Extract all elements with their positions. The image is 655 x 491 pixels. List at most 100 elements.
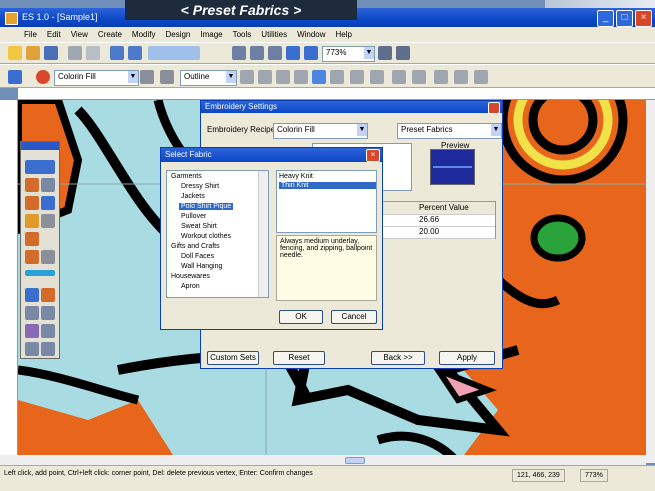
back-button[interactable]: Back >> (371, 351, 425, 365)
menu-edit[interactable]: Edit (47, 27, 61, 42)
grid-tool-icon[interactable] (41, 342, 55, 356)
lettering-tool-icon[interactable] (41, 214, 55, 228)
bezier-icon[interactable] (350, 70, 364, 84)
maximize-button[interactable]: □ (616, 10, 633, 27)
tree-node[interactable]: Pullover (181, 213, 206, 220)
tool-a-icon[interactable] (378, 46, 392, 60)
measure-tool-icon[interactable] (41, 250, 55, 264)
color-swatch[interactable] (25, 270, 55, 276)
copy-icon[interactable] (86, 46, 100, 60)
zoom-tool-icon[interactable] (25, 232, 39, 246)
tree-node[interactable]: Doll Faces (181, 253, 214, 260)
no-entry-icon[interactable] (36, 70, 50, 84)
arrange-icon[interactable] (294, 70, 308, 84)
fabric-close-icon[interactable]: × (366, 149, 380, 162)
vertical-scrollbar[interactable] (646, 100, 655, 463)
pointer-icon[interactable] (392, 70, 406, 84)
motif-tool-icon[interactable] (25, 324, 39, 338)
select-tool-icon[interactable] (8, 70, 22, 84)
stitch-icon[interactable] (140, 70, 154, 84)
run-tool-icon[interactable] (41, 324, 55, 338)
save-icon[interactable] (44, 46, 58, 60)
list-item-selected[interactable]: Thin Knit (279, 182, 376, 189)
density-icon[interactable] (160, 70, 174, 84)
shape-tool-icon[interactable] (25, 196, 39, 210)
horizontal-scrollbar[interactable] (0, 455, 646, 465)
table-row[interactable]: 20.00 (369, 226, 495, 239)
split-icon[interactable] (434, 70, 448, 84)
menu-view[interactable]: View (71, 27, 88, 42)
menu-utilities[interactable]: Utilities (261, 27, 287, 42)
curve-icon[interactable] (370, 70, 384, 84)
menu-create[interactable]: Create (98, 27, 122, 42)
tree-scrollbar[interactable] (258, 171, 268, 297)
minimize-button[interactable]: _ (597, 10, 614, 27)
menu-tools[interactable]: Tools (233, 27, 252, 42)
menu-modify[interactable]: Modify (132, 27, 156, 42)
cut-icon[interactable] (68, 46, 82, 60)
tree-node[interactable]: Apron (181, 283, 200, 290)
zoom-out-icon[interactable] (250, 46, 264, 60)
pen-icon[interactable] (240, 70, 254, 84)
new-file-icon[interactable] (8, 46, 22, 60)
satin-tool-icon[interactable] (41, 306, 55, 320)
tree-node[interactable]: Dressy Shirt (181, 183, 219, 190)
tree-node[interactable]: Jackets (181, 193, 205, 200)
pointer-tool-icon[interactable] (25, 178, 39, 192)
menu-help[interactable]: Help (336, 27, 352, 42)
merge-icon[interactable] (454, 70, 468, 84)
fill-tool-icon[interactable] (41, 196, 55, 210)
cancel-button[interactable]: Cancel (331, 310, 377, 324)
wand-icon[interactable] (25, 160, 55, 174)
tree-node[interactable]: Garments (171, 173, 202, 180)
tree-node[interactable]: Workout clothes (181, 233, 231, 240)
settings-grid[interactable]: Percent Value 26.66 20.00 (368, 201, 496, 239)
custom-sets-button[interactable]: Custom Sets (207, 351, 259, 365)
color-icon[interactable] (312, 70, 326, 84)
menu-design[interactable]: Design (165, 27, 190, 42)
horizontal-scroll-thumb[interactable] (345, 457, 365, 464)
zoom-in-icon[interactable] (232, 46, 246, 60)
reset-button[interactable]: Reset (273, 351, 325, 365)
text-tool-icon[interactable] (25, 214, 39, 228)
tree-node[interactable]: Wall Hanging (181, 263, 222, 270)
path-icon[interactable] (330, 70, 344, 84)
fabric-list[interactable]: Heavy Knit Thin Knit (276, 170, 377, 233)
redo-icon[interactable] (128, 46, 142, 60)
measure-icon[interactable] (474, 70, 488, 84)
node-tool-icon[interactable] (41, 178, 55, 192)
open-folder-icon[interactable] (26, 46, 40, 60)
outline-tool-icon[interactable] (25, 288, 39, 302)
preset-select[interactable]: Preset Fabrics ▼ (397, 123, 502, 139)
tree-node[interactable]: Gifts and Crafts (171, 243, 220, 250)
close-button[interactable]: × (635, 10, 652, 27)
tree-node[interactable]: Housewares (171, 273, 210, 280)
pan-tool-icon[interactable] (25, 250, 39, 264)
list-item[interactable]: Heavy Knit (279, 173, 313, 180)
zoom-fit-icon[interactable] (268, 46, 282, 60)
menu-window[interactable]: Window (297, 27, 325, 42)
stitch-tool-icon[interactable] (41, 288, 55, 302)
recipe-select[interactable]: Colorin Fill ▼ (273, 123, 368, 139)
menu-image[interactable]: Image (200, 27, 222, 42)
ok-button[interactable]: OK (279, 310, 323, 324)
outline-select[interactable]: Outline ▼ (180, 70, 237, 86)
grid-icon[interactable] (304, 46, 318, 60)
tool-b-icon[interactable] (396, 46, 410, 60)
view-icon[interactable] (286, 46, 300, 60)
design-field[interactable] (148, 46, 200, 60)
menu-file[interactable]: File (24, 27, 37, 42)
transform-icon[interactable] (412, 70, 426, 84)
fill-type-select[interactable]: Colorin Fill ▼ (54, 70, 139, 86)
zoom-select[interactable]: 773% ▼ (322, 46, 375, 62)
tree-node-selected[interactable]: Polo Shirt Pique (179, 203, 234, 210)
appliqué-tool-icon[interactable] (25, 306, 39, 320)
cross-tool-icon[interactable] (25, 342, 39, 356)
fabric-category-tree[interactable]: Garments Dressy Shirt Jackets Polo Shirt… (166, 170, 269, 298)
apply-button[interactable]: Apply (439, 351, 495, 365)
undo-icon[interactable] (110, 46, 124, 60)
align-icon[interactable] (276, 70, 290, 84)
settings-close-icon[interactable] (488, 102, 500, 114)
node-icon[interactable] (258, 70, 272, 84)
tree-node[interactable]: Sweat Shirt (181, 223, 217, 230)
